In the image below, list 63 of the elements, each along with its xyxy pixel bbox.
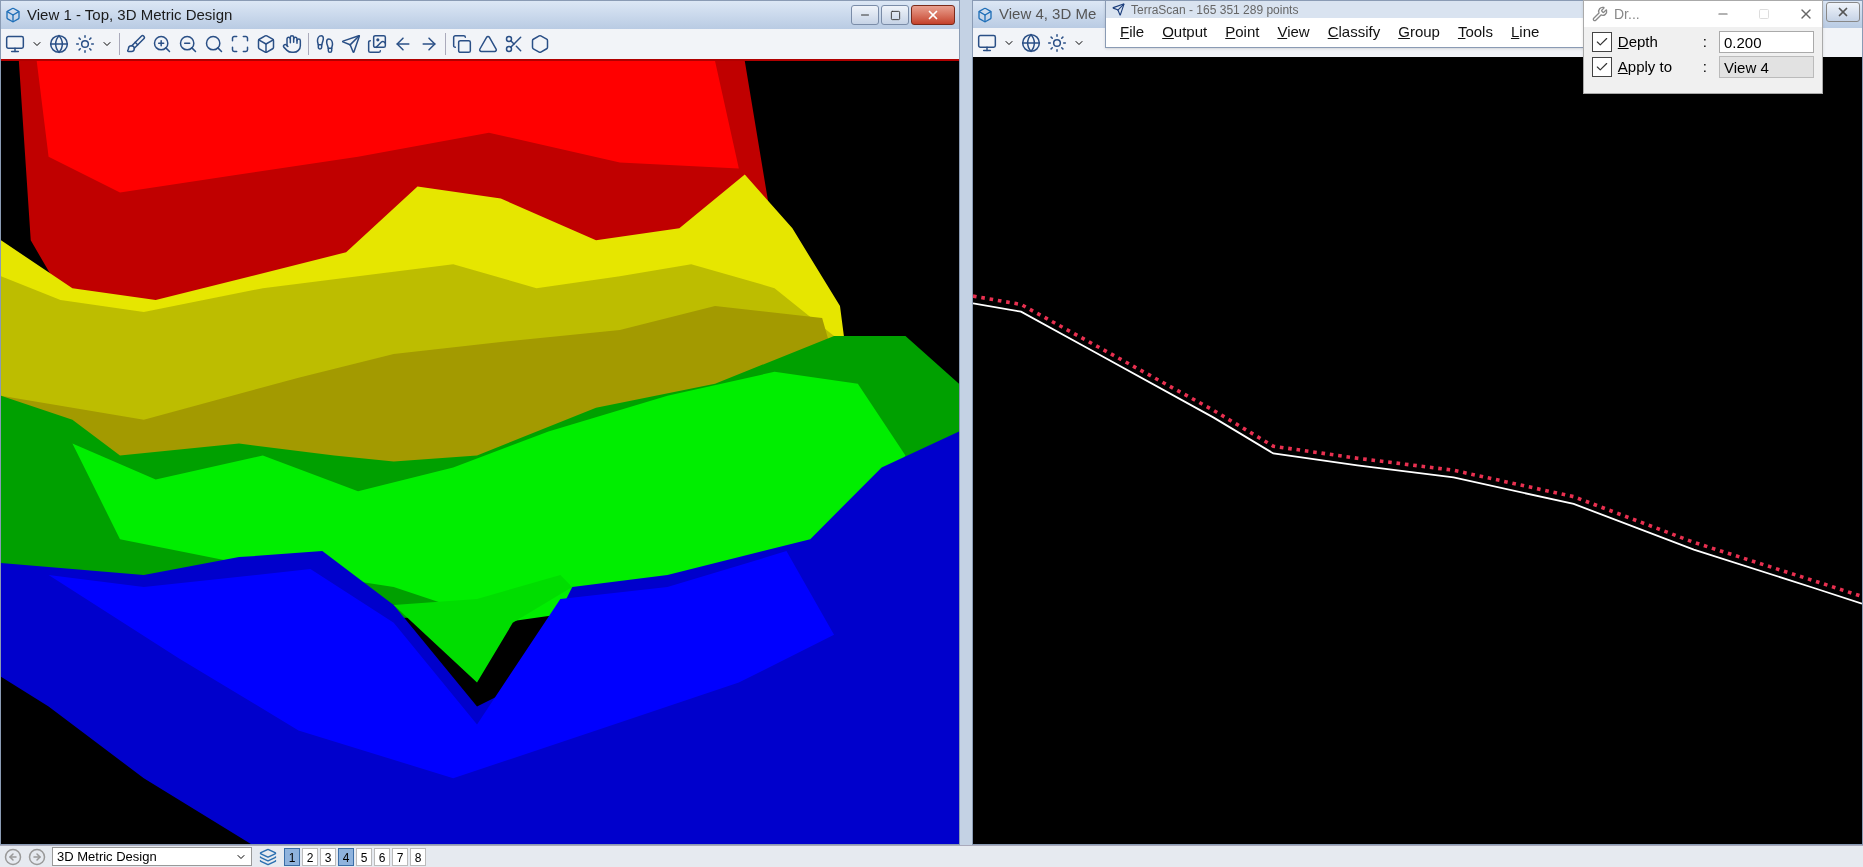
wrench-icon [1592, 6, 1608, 22]
window-title: TerraScan - 165 351 289 points [1131, 3, 1299, 16]
depth-field[interactable]: 0.200 [1719, 31, 1814, 53]
cube-icon [5, 7, 21, 23]
minimize-button[interactable] [851, 5, 879, 25]
checkbox[interactable] [1592, 57, 1612, 77]
check-icon [1594, 35, 1609, 49]
search-icon[interactable] [204, 34, 224, 54]
globe-icon[interactable] [49, 34, 69, 54]
close-button[interactable] [1826, 2, 1860, 22]
sun-icon[interactable] [75, 34, 95, 54]
view-select[interactable]: View 4 [1719, 56, 1814, 78]
hexagon-icon[interactable] [530, 34, 550, 54]
copy-icon[interactable] [452, 34, 472, 54]
globe-icon[interactable] [1021, 32, 1041, 53]
view-toggle-button[interactable]: 7 [392, 847, 408, 866]
window-title: View 1 - Top, 3D Metric Design [27, 4, 234, 25]
menu-item[interactable]: View [1277, 21, 1310, 44]
triangle-icon[interactable] [478, 34, 498, 54]
check-icon [1594, 60, 1609, 74]
zoom-in-icon[interactable] [152, 34, 172, 54]
dialog-title: Dr... [1614, 4, 1641, 24]
zoom-out-icon[interactable] [178, 34, 198, 54]
monitor-icon[interactable] [977, 32, 997, 53]
maximize-button[interactable] [881, 5, 909, 25]
field-label: Apply to [1617, 56, 1673, 77]
monitor-icon[interactable] [5, 34, 25, 54]
hand-icon[interactable] [282, 34, 302, 54]
view-toggle-button[interactable]: 8 [410, 847, 426, 866]
colon-label: : [1702, 31, 1707, 52]
app-icon [1112, 3, 1125, 16]
sun-icon[interactable] [1047, 32, 1067, 53]
cube-icon [977, 6, 993, 23]
view-toggle-button[interactable]: 6 [374, 847, 390, 866]
menu-item[interactable]: Point [1225, 21, 1260, 44]
checkbox[interactable] [1592, 32, 1612, 52]
scissors-icon[interactable] [504, 34, 524, 54]
view-toggle-button[interactable]: 5 [356, 847, 372, 866]
footprints-icon[interactable] [315, 34, 335, 54]
menu-item[interactable]: Classify [1327, 21, 1381, 44]
menu-item[interactable]: Group [1398, 21, 1440, 44]
close-icon [1836, 5, 1850, 19]
menu-item[interactable]: File [1120, 21, 1145, 44]
paper-plane-icon[interactable] [341, 34, 361, 54]
maximize-icon [889, 9, 901, 21]
close-button[interactable] [911, 5, 955, 25]
fit-view-icon[interactable] [230, 34, 250, 54]
window-title: View 4, 3D Me [999, 4, 1097, 25]
view-toggle-button[interactable]: 3 [320, 847, 336, 866]
menu-item[interactable]: Tools [1457, 21, 1493, 44]
images-icon[interactable] [367, 34, 387, 54]
brush-icon[interactable] [126, 34, 146, 54]
menu-item[interactable]: Line [1510, 21, 1540, 44]
cube-icon[interactable] [256, 34, 276, 54]
menu-item[interactable]: Output [1162, 21, 1208, 44]
field-label: Depth [1617, 31, 1659, 52]
colon-label: : [1702, 56, 1707, 77]
view-toggle-button[interactable]: 4 [338, 847, 354, 866]
view-toggle-button[interactable]: 2 [302, 847, 318, 866]
design-dropdown[interactable]: 3D Metric Design [52, 847, 252, 866]
view-toggle-button[interactable]: 1 [284, 847, 300, 866]
close-icon [926, 8, 940, 22]
views-icon[interactable] [258, 847, 278, 866]
